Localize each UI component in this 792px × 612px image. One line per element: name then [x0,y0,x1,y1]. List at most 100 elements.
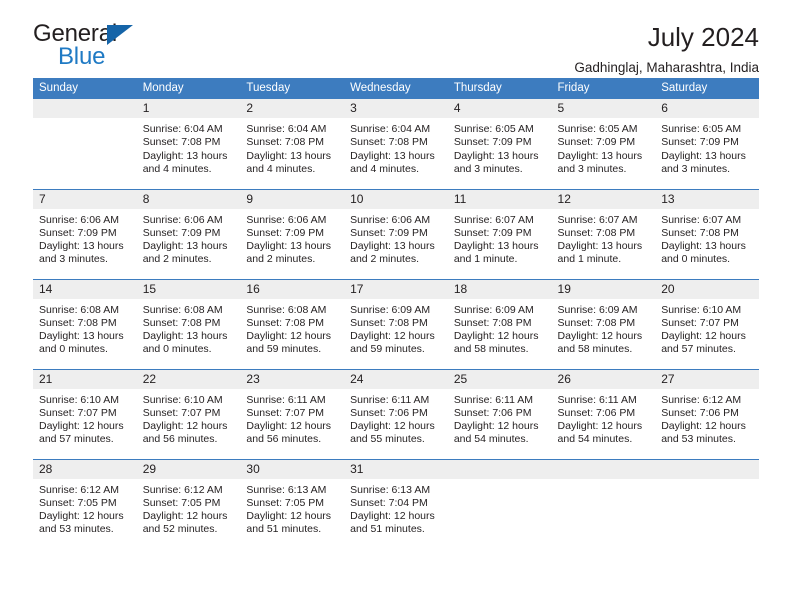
calendar-day-cell-empty [655,458,759,549]
sunrise-text: Sunrise: 6:05 AM [661,123,742,135]
weekday-header-friday: Friday [551,78,656,99]
calendar-day-cell[interactable]: 18 Sunrise: 6:09 AM Sunset: 7:08 PM Dayligh… [447,278,552,369]
calendar-day-cell[interactable]: 13 Sunrise: 6:07 AM Sunset: 7:08 PM Dayligh… [655,188,759,279]
daylight-text: Daylight: 13 hours and 4 minutes. [350,149,435,175]
calendar-day-cell[interactable]: 17 Sunrise: 6:09 AM Sunset: 7:08 PM Dayligh… [344,278,448,369]
daylight-text: Daylight: 12 hours and 57 minutes. [661,330,746,356]
day-sun-info: Sunrise: 6:10 AM Sunset: 7:07 PM Daylight:… [655,299,759,357]
sunset-text: Sunset: 7:08 PM [350,316,428,329]
calendar-day-cell[interactable]: 9 Sunrise: 6:06 AM Sunset: 7:09 PM Daylight… [240,188,345,279]
calendar-day-cell[interactable]: 25 Sunrise: 6:11 AM Sunset: 7:06 PM Dayligh… [447,368,552,459]
sunset-text: Sunset: 7:07 PM [142,406,221,419]
sunset-text: Sunset: 7:09 PM [350,226,428,239]
daylight-text: Daylight: 12 hours and 53 minutes. [39,510,124,536]
calendar-day-cell[interactable]: 14 Sunrise: 6:08 AM Sunset: 7:08 PM Dayligh… [33,278,137,369]
day-sun-info: Sunrise: 6:11 AM Sunset: 7:06 PM Daylight:… [448,389,552,447]
day-number: 22 [136,369,241,389]
calendar-day-cell[interactable]: 4 Sunrise: 6:05 AM Sunset: 7:09 PM Daylight… [447,99,552,189]
sunset-text: Sunset: 7:09 PM [661,136,739,149]
day-number: 2 [240,99,345,118]
day-sun-info: Sunrise: 6:06 AM Sunset: 7:09 PM Daylight:… [240,209,344,267]
daylight-text: Daylight: 12 hours and 59 minutes. [350,330,435,356]
sunrise-text: Sunrise: 6:09 AM [350,303,431,316]
calendar-day-cell[interactable]: 24 Sunrise: 6:11 AM Sunset: 7:06 PM Dayligh… [344,368,448,459]
calendar-day-cell[interactable]: 5 Sunrise: 6:05 AM Sunset: 7:09 PM Daylight… [551,99,656,189]
day-sun-info: Sunrise: 6:05 AM Sunset: 7:09 PM Daylight:… [552,118,656,176]
day-sun-info: Sunrise: 6:13 AM Sunset: 7:04 PM Daylight:… [344,479,448,537]
calendar-day-cell[interactable]: 11 Sunrise: 6:07 AM Sunset: 7:09 PM Dayligh… [447,188,552,279]
daylight-text: Daylight: 13 hours and 2 minutes. [350,240,435,266]
calendar-day-cell[interactable]: 22 Sunrise: 6:10 AM Sunset: 7:07 PM Dayligh… [136,368,241,459]
daylight-text: Daylight: 12 hours and 57 minutes. [39,420,124,446]
calendar-day-cell[interactable]: 10 Sunrise: 6:06 AM Sunset: 7:09 PM Dayligh… [344,188,448,279]
calendar-day-cell[interactable]: 6 Sunrise: 6:05 AM Sunset: 7:09 PM Daylight… [655,99,759,189]
day-number: 26 [551,369,656,389]
day-sun-info: Sunrise: 6:05 AM Sunset: 7:09 PM Daylight:… [448,118,552,176]
sunset-text: Sunset: 7:08 PM [453,316,532,329]
sunrise-text: Sunrise: 6:06 AM [142,213,223,226]
calendar-day-cell[interactable]: 16 Sunrise: 6:08 AM Sunset: 7:08 PM Dayligh… [240,278,345,369]
sunset-text: Sunset: 7:06 PM [350,406,428,419]
day-sun-info: Sunrise: 6:04 AM Sunset: 7:08 PM Daylight:… [137,118,241,176]
calendar-day-cell[interactable]: 15 Sunrise: 6:08 AM Sunset: 7:08 PM Dayligh… [136,278,241,369]
daylight-text: Daylight: 13 hours and 3 minutes. [39,240,124,266]
daylight-text: Daylight: 13 hours and 0 minutes. [661,240,746,266]
weekday-header-wednesday: Wednesday [344,78,448,99]
calendar-day-cell[interactable]: 23 Sunrise: 6:11 AM Sunset: 7:07 PM Dayligh… [240,368,345,459]
calendar-day-cell[interactable]: 28 Sunrise: 6:12 AM Sunset: 7:05 PM Dayligh… [33,458,137,549]
daylight-text: Daylight: 13 hours and 0 minutes. [142,330,228,356]
calendar-day-cell-empty [551,458,656,549]
day-sun-info: Sunrise: 6:06 AM Sunset: 7:09 PM Daylight:… [33,209,137,267]
daylight-text: Daylight: 13 hours and 3 minutes. [557,149,643,175]
calendar-day-cell[interactable]: 29 Sunrise: 6:12 AM Sunset: 7:05 PM Dayligh… [136,458,241,549]
daylight-text: Daylight: 13 hours and 2 minutes. [246,240,332,266]
daylight-text: Daylight: 12 hours and 53 minutes. [661,420,746,446]
calendar-day-cell[interactable]: 3 Sunrise: 6:04 AM Sunset: 7:08 PM Daylight… [344,99,448,189]
sunrise-text: Sunrise: 6:06 AM [246,213,327,226]
sunset-text: Sunset: 7:08 PM [557,226,636,239]
calendar-day-cell[interactable]: 21 Sunrise: 6:10 AM Sunset: 7:07 PM Dayligh… [33,368,137,459]
page-header: General Blue July 2024 Gadhinglaj, Mahar… [33,0,759,78]
logo-text-blue: Blue [58,43,106,70]
daylight-text: Daylight: 13 hours and 2 minutes. [142,240,228,266]
calendar-day-cell[interactable]: 7 Sunrise: 6:06 AM Sunset: 7:09 PM Daylight… [33,188,137,279]
day-sun-info: Sunrise: 6:10 AM Sunset: 7:07 PM Daylight:… [33,389,137,447]
sunrise-text: Sunrise: 6:13 AM [246,483,327,496]
day-sun-info: Sunrise: 6:12 AM Sunset: 7:05 PM Daylight:… [137,479,241,537]
calendar-day-cell[interactable]: 8 Sunrise: 6:06 AM Sunset: 7:09 PM Daylight… [136,188,241,279]
daylight-text: Daylight: 12 hours and 58 minutes. [453,330,539,356]
sunrise-text: Sunrise: 6:11 AM [557,393,637,406]
day-number [655,459,759,479]
daylight-text: Daylight: 12 hours and 54 minutes. [557,420,643,446]
daylight-text: Daylight: 13 hours and 3 minutes. [661,149,746,175]
daylight-text: Daylight: 13 hours and 1 minute. [453,240,539,266]
day-number: 20 [655,279,759,299]
calendar-week-row: 1 Sunrise: 6:04 AM Sunset: 7:08 PM Daylight… [33,99,759,189]
day-sun-info: Sunrise: 6:09 AM Sunset: 7:08 PM Daylight:… [344,299,448,357]
calendar-day-cell[interactable]: 12 Sunrise: 6:07 AM Sunset: 7:08 PM Dayligh… [551,188,656,279]
calendar-day-cell[interactable]: 20 Sunrise: 6:10 AM Sunset: 7:07 PM Dayligh… [655,278,759,369]
calendar-day-cell[interactable]: 19 Sunrise: 6:09 AM Sunset: 7:08 PM Dayligh… [551,278,656,369]
calendar-day-cell[interactable]: 2 Sunrise: 6:04 AM Sunset: 7:08 PM Daylight… [240,99,345,189]
sunset-text: Sunset: 7:09 PM [453,136,532,149]
day-sun-info: Sunrise: 6:07 AM Sunset: 7:08 PM Daylight:… [552,209,656,267]
daylight-text: Daylight: 12 hours and 54 minutes. [453,420,539,446]
day-number: 14 [33,279,137,299]
calendar-day-cell-empty [447,458,552,549]
day-sun-info: Sunrise: 6:08 AM Sunset: 7:08 PM Daylight:… [33,299,137,357]
daylight-text: Daylight: 12 hours and 51 minutes. [350,510,435,536]
calendar-day-cell[interactable]: 1 Sunrise: 6:04 AM Sunset: 7:08 PM Daylight… [136,99,241,189]
calendar-day-cell[interactable]: 27 Sunrise: 6:12 AM Sunset: 7:06 PM Dayligh… [655,368,759,459]
sunrise-text: Sunrise: 6:09 AM [557,303,638,316]
sunset-text: Sunset: 7:06 PM [661,406,739,419]
sunrise-text: Sunrise: 6:05 AM [453,123,534,135]
day-number: 31 [344,459,448,479]
title-block: July 2024 Gadhinglaj, Maharashtra, India [574,22,759,75]
sunrise-text: Sunrise: 6:12 AM [661,393,742,406]
calendar-day-cell[interactable]: 26 Sunrise: 6:11 AM Sunset: 7:06 PM Dayligh… [551,368,656,459]
day-number: 8 [136,189,241,209]
calendar-day-cell[interactable]: 30 Sunrise: 6:13 AM Sunset: 7:05 PM Dayligh… [240,458,345,549]
day-number [551,459,656,479]
sunrise-text: Sunrise: 6:04 AM [350,123,431,135]
calendar-day-cell[interactable]: 31 Sunrise: 6:13 AM Sunset: 7:04 PM Dayligh… [344,458,448,549]
